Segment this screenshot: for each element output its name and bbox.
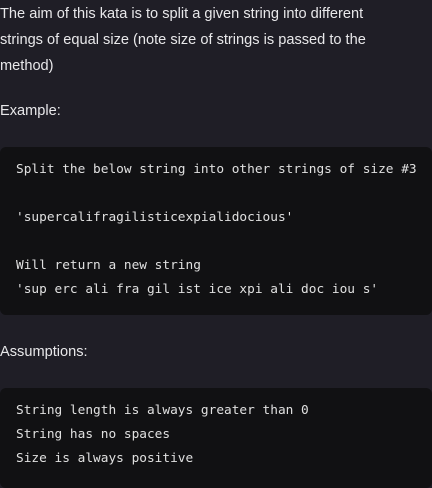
code-line: 'sup erc ali fra gil ist ice xpi ali doc… [16,282,379,297]
example-heading: Example: [0,103,61,119]
assumptions-code-block: String length is always greater than 0 S… [0,388,432,488]
assumptions-heading: Assumptions: [0,344,88,360]
code-line: 'supercalifragilisticexpialidocious' [16,210,294,225]
code-line: String length is always greater than 0 [16,403,309,418]
code-line: Split the below string into other string… [16,162,417,177]
code-line: String has no spaces [16,427,171,442]
code-line: Will return a new string [16,258,201,273]
code-line: Size is always positive [16,451,194,466]
description-line: method) [0,58,54,74]
example-code-block: Split the below string into other string… [0,147,432,315]
description-line: The aim of this kata is to split a given… [0,6,364,22]
description-line: strings of equal size (note size of stri… [0,32,366,48]
